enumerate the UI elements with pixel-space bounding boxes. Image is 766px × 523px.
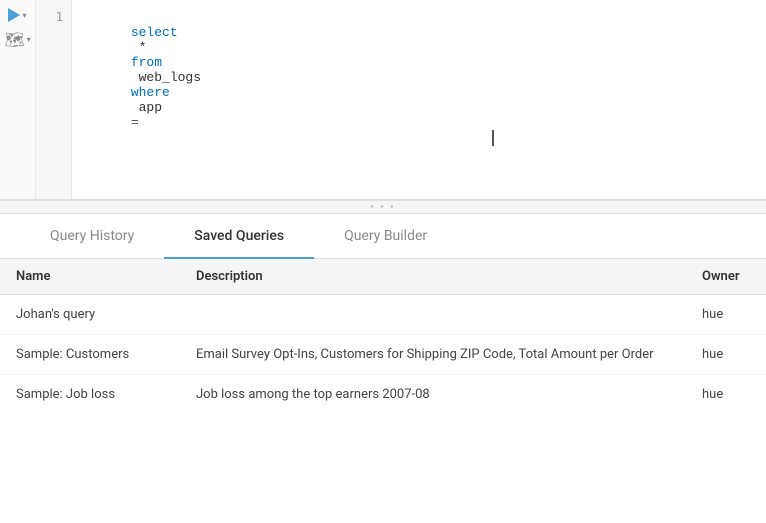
book-icon: 🗺 — [4, 30, 24, 49]
left-toolbar: ▾ 🗺 ▾ — [0, 0, 36, 199]
table-row[interactable]: Johan's query hue — [0, 295, 766, 335]
row-2-owner: hue — [686, 375, 766, 415]
editor-area: ▾ 🗺 ▾ 1 select * from web_logs where app… — [0, 0, 766, 200]
keyword-where: where — [131, 85, 170, 100]
row-1-name: Sample: Customers — [0, 335, 180, 375]
code-table: web_logs — [131, 70, 209, 85]
code-asterisk: * — [131, 40, 154, 55]
tabs-nav: Query History Saved Queries Query Builde… — [0, 214, 766, 259]
run-query-button[interactable]: ▾ — [8, 8, 26, 22]
code-operator: = — [131, 115, 139, 130]
line-numbers: 1 — [36, 0, 72, 199]
row-0-description — [180, 295, 686, 335]
keyword-select: select — [131, 25, 178, 40]
row-0-name: Johan's query — [0, 295, 180, 335]
code-editor[interactable]: select * from web_logs where app = — [72, 0, 766, 199]
col-header-owner: Owner — [686, 259, 766, 295]
header-row: Name Description Owner — [0, 259, 766, 295]
line-number-1: 1 — [36, 10, 63, 24]
row-2-description: Job loss among the top earners 2007-08 — [180, 375, 686, 415]
saved-queries-table-container: Name Description Owner Johan's query hue… — [0, 259, 766, 414]
explain-button[interactable]: 🗺 ▾ — [4, 30, 30, 49]
table-header: Name Description Owner — [0, 259, 766, 295]
col-header-name: Name — [0, 259, 180, 295]
table-row[interactable]: Sample: Customers Email Survey Opt-Ins, … — [0, 335, 766, 375]
saved-queries-table: Name Description Owner Johan's query hue… — [0, 259, 766, 414]
tab-query-builder[interactable]: Query Builder — [314, 214, 457, 258]
tab-query-history[interactable]: Query History — [20, 214, 164, 258]
col-header-description: Description — [180, 259, 686, 295]
row-2-name: Sample: Job loss — [0, 375, 180, 415]
code-field: app — [131, 100, 170, 115]
run-dropdown-arrow[interactable]: ▾ — [22, 11, 26, 20]
tabs-area: Query History Saved Queries Query Builde… — [0, 214, 766, 414]
explain-dropdown-arrow[interactable]: ▾ — [27, 35, 31, 44]
table-body: Johan's query hue Sample: Customers Emai… — [0, 295, 766, 415]
row-1-owner: hue — [686, 335, 766, 375]
keyword-from: from — [131, 55, 162, 70]
play-icon — [8, 8, 20, 22]
code-line-1: select * from web_logs where app = — [84, 10, 754, 145]
row-1-description: Email Survey Opt-Ins, Customers for Ship… — [180, 335, 686, 375]
row-0-owner: hue — [686, 295, 766, 335]
drag-handle[interactable]: • • • — [0, 200, 766, 214]
table-row[interactable]: Sample: Job loss Job loss among the top … — [0, 375, 766, 415]
tab-saved-queries[interactable]: Saved Queries — [164, 214, 314, 258]
drag-dots: • • • — [370, 202, 395, 213]
text-cursor — [492, 130, 494, 146]
